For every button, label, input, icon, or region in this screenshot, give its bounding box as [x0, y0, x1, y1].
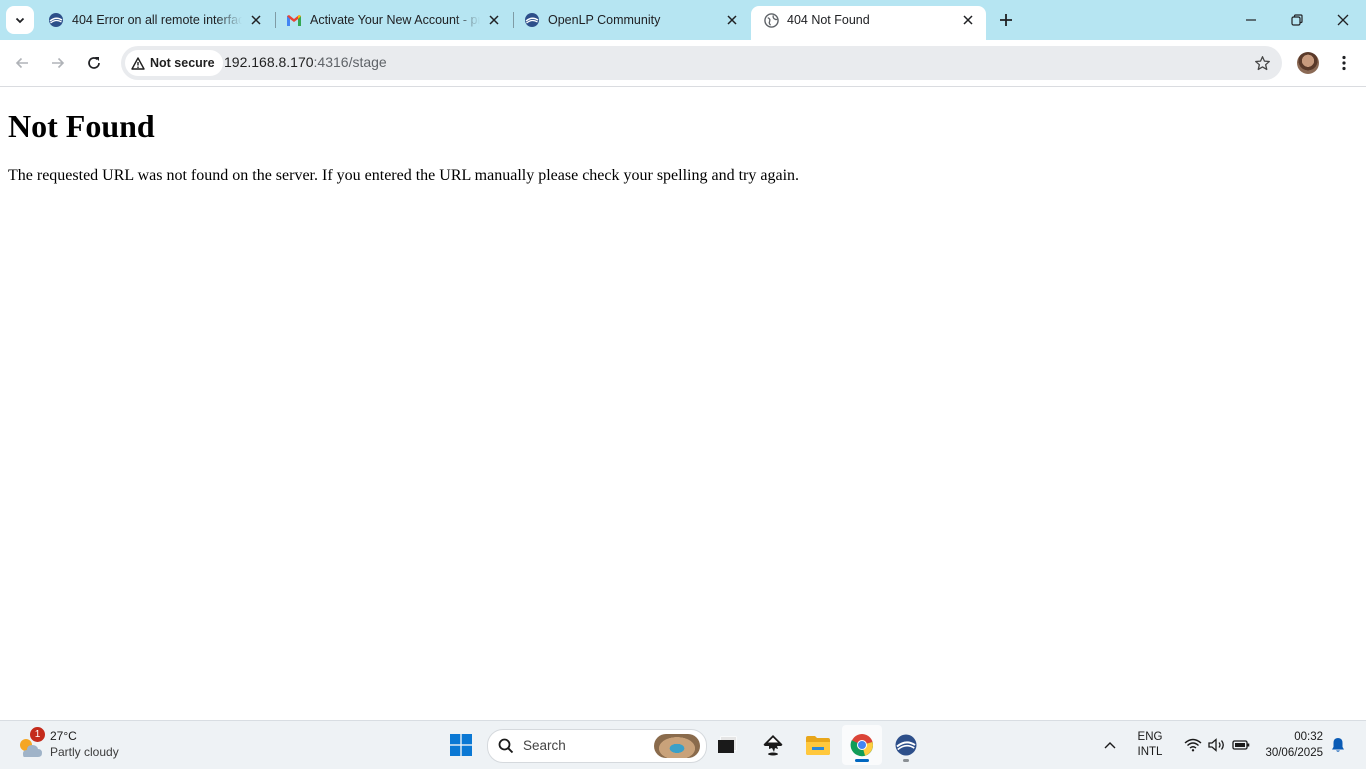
language-indicator[interactable]: ENG INTL: [1132, 730, 1168, 760]
inkscape-icon: [763, 735, 783, 756]
wifi-icon: [1184, 738, 1202, 752]
browser-menu-button[interactable]: [1332, 47, 1356, 79]
restore-icon: [1291, 14, 1303, 26]
close-icon[interactable]: [248, 12, 264, 28]
globe-icon: [763, 12, 779, 28]
windows-icon: [450, 734, 472, 756]
search-highlight-image: [654, 734, 700, 758]
chevron-up-icon: [1104, 742, 1116, 749]
star-icon: [1254, 55, 1270, 70]
url-host: 192.168.8.170: [224, 54, 314, 70]
active-indicator: [855, 759, 869, 762]
search-icon: [498, 738, 514, 754]
clock-time: 00:32: [1294, 731, 1323, 743]
reload-icon: [88, 57, 100, 69]
browser-tab-active[interactable]: 404 Not Found: [751, 6, 986, 40]
tab-search-button[interactable]: [6, 6, 34, 34]
gmail-icon: [286, 12, 302, 28]
tab-title: OpenLP Community: [548, 13, 661, 27]
volume-icon: [1208, 738, 1224, 752]
chevron-down-icon: [15, 17, 25, 24]
folder-icon: [806, 736, 830, 755]
close-icon[interactable]: [724, 12, 740, 28]
arrow-right-icon: [52, 57, 65, 69]
task-view-icon: [718, 736, 737, 753]
openlp-icon: [524, 12, 540, 28]
bell-icon: [1332, 738, 1344, 752]
openlp-taskbar-button[interactable]: [886, 725, 926, 765]
file-explorer-button[interactable]: [798, 725, 838, 765]
language-code: ENG: [1137, 731, 1163, 743]
browser-tab[interactable]: 404 Error on all remote interface: [36, 6, 274, 34]
tab-title: 404 Error on all remote interface: [72, 13, 242, 27]
close-icon: [1337, 14, 1349, 26]
taskbar-search[interactable]: Search: [487, 729, 707, 763]
back-button[interactable]: [6, 47, 38, 79]
clock-date: 30/06/2025: [1265, 747, 1323, 759]
url-text[interactable]: 192.168.8.170:4316/stage: [224, 54, 387, 70]
page-content: Not Found The requested URL was not foun…: [0, 87, 1366, 720]
system-clock[interactable]: 00:32 30/06/2025: [1265, 729, 1323, 761]
battery-icon: [1232, 740, 1250, 750]
page-heading: Not Found: [8, 108, 155, 144]
browser-tab[interactable]: OpenLP Community: [512, 6, 750, 34]
minimize-icon: [1246, 19, 1256, 21]
url-path: :4316/stage: [313, 54, 387, 70]
chrome-taskbar-button[interactable]: [842, 725, 882, 765]
openlp-icon: [48, 12, 64, 28]
error-message: The requested URL was not found on the s…: [8, 167, 800, 184]
close-window-button[interactable]: [1320, 0, 1366, 40]
arrow-left-icon: [15, 57, 28, 69]
forward-button[interactable]: [42, 47, 74, 79]
weather-condition: Partly cloudy: [50, 745, 119, 759]
minimize-button[interactable]: [1228, 0, 1274, 40]
notifications-button[interactable]: [1326, 725, 1350, 765]
notification-badge: 1: [30, 727, 45, 742]
profile-avatar[interactable]: [1297, 52, 1319, 74]
openlp-icon: [895, 734, 917, 756]
search-label: Search: [523, 738, 566, 753]
address-bar[interactable]: Not secure 192.168.8.170:4316/stage: [121, 46, 1282, 80]
task-view-button[interactable]: [707, 725, 747, 765]
weather-temperature: 27°C: [50, 729, 77, 743]
reload-button[interactable]: [78, 47, 110, 79]
taskbar: 1 27°C Partly cloudy Search ENG INTL 00:…: [0, 720, 1366, 769]
keyboard-layout: INTL: [1137, 746, 1163, 758]
plus-icon: [1000, 14, 1012, 26]
tab-strip: 404 Error on all remote interface Activa…: [0, 0, 1366, 40]
inkscape-taskbar-button[interactable]: [753, 725, 793, 765]
close-icon[interactable]: [486, 12, 502, 28]
tab-title: Activate Your New Account - pr: [310, 13, 480, 27]
new-tab-button[interactable]: [992, 6, 1020, 34]
close-icon[interactable]: [960, 12, 976, 28]
security-chip[interactable]: Not secure: [125, 50, 223, 76]
bookmark-star-button[interactable]: [1252, 53, 1272, 73]
security-label: Not secure: [150, 56, 215, 70]
tab-title: 404 Not Found: [787, 13, 870, 27]
quick-settings-button[interactable]: [1172, 725, 1262, 765]
more-vertical-icon: [1342, 55, 1346, 71]
start-button[interactable]: [441, 725, 481, 765]
weather-widget[interactable]: 1 27°C Partly cloudy: [16, 727, 136, 763]
browser-tab[interactable]: Activate Your New Account - pr: [274, 6, 512, 34]
show-hidden-icons-button[interactable]: [1092, 725, 1128, 765]
restore-button[interactable]: [1274, 0, 1320, 40]
warning-icon: [131, 56, 145, 70]
browser-toolbar: Not secure 192.168.8.170:4316/stage: [0, 40, 1366, 87]
chrome-icon: [850, 734, 873, 757]
running-indicator: [903, 759, 909, 762]
